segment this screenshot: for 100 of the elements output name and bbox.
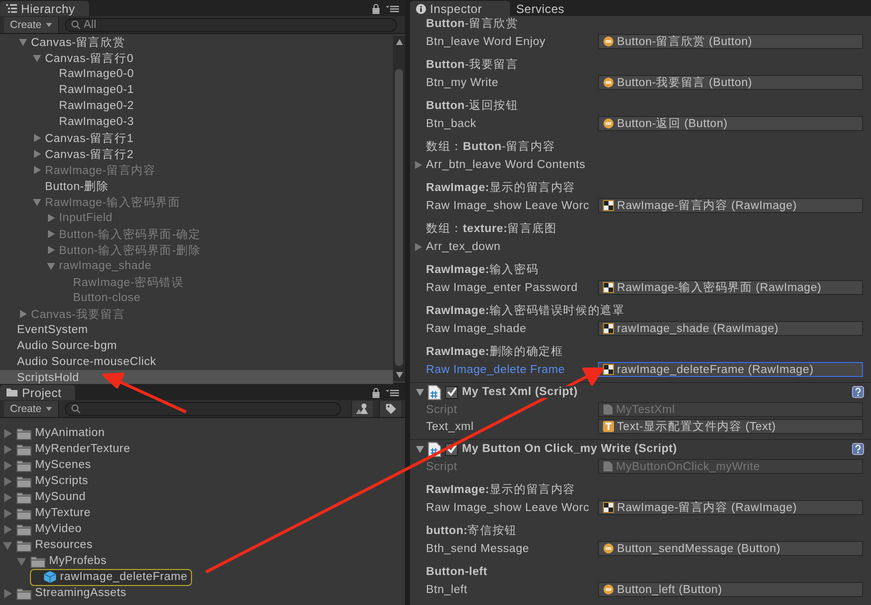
folder-item[interactable]: MyScenes [14, 458, 94, 472]
property-label: Btn_left [426, 584, 468, 596]
collapse-triangle-icon[interactable] [47, 246, 55, 254]
expand-triangle-icon[interactable] [416, 388, 424, 396]
hierarchy-item[interactable]: Canvas-留言行1 [0, 130, 393, 146]
collapse-triangle-icon[interactable] [3, 492, 12, 502]
inspector-tab[interactable]: Services [510, 1, 592, 16]
folder-icon [16, 490, 32, 504]
checkerboard-icon [603, 200, 614, 211]
hierarchy-item[interactable]: RawImage0-3 [0, 114, 393, 130]
item-label: RawImage-输入密码界面 [45, 195, 180, 210]
inspector-tab[interactable]: Inspector [410, 1, 510, 16]
create-dropdown[interactable]: Create [4, 16, 59, 32]
object-field[interactable]: rawImage_shade (RawImage) [598, 321, 863, 336]
component-title[interactable]: My Button On Click_my Write (Script) [462, 443, 678, 455]
menu-icon[interactable] [386, 389, 399, 397]
object-field[interactable]: Button-留言欣赏 (Button) [598, 34, 863, 49]
scroll-up-icon[interactable] [396, 39, 402, 45]
property-label: Btn_back [426, 118, 476, 130]
help-icon[interactable] [852, 386, 864, 398]
folder-item[interactable]: MyAnimation [14, 426, 107, 440]
search-field[interactable] [64, 402, 341, 416]
object-field[interactable]: rawImage_deleteFrame (RawImage) [598, 362, 863, 377]
folder-item[interactable]: MyRenderTexture [14, 442, 132, 456]
object-field[interactable]: Text-显示配置文件内容 (Text) [598, 419, 863, 434]
lock-icon[interactable] [372, 4, 380, 14]
expand-triangle-icon[interactable] [33, 198, 41, 206]
cube-icon [43, 570, 57, 584]
collapse-triangle-icon[interactable] [3, 444, 12, 454]
button-component-icon [603, 118, 614, 129]
object-field[interactable]: Button-我要留言 (Button) [598, 75, 863, 90]
expand-triangle-icon[interactable] [47, 262, 55, 270]
collapse-triangle-icon[interactable] [47, 230, 55, 238]
collapse-triangle-icon[interactable] [3, 588, 12, 598]
object-field[interactable]: RawImage-留言内容 (RawImage) [598, 500, 863, 515]
item-label: RawImage0-1 [59, 84, 134, 96]
collapse-triangle-icon[interactable] [47, 214, 55, 222]
object-field[interactable]: Button-返回 (Button) [598, 116, 863, 131]
hierarchy-item[interactable]: RawImage0-1 [0, 82, 393, 98]
checkerboard-icon [603, 502, 614, 513]
prefab-item[interactable]: rawImage_deleteFrame [30, 568, 192, 586]
hierarchy-item[interactable]: Audio Source-mouseClick [0, 354, 393, 370]
folder-icon [6, 388, 18, 397]
collapse-triangle-icon[interactable] [33, 166, 41, 174]
property-label: Script [426, 460, 458, 472]
object-field[interactable]: Button_sendMessage (Button) [598, 541, 863, 556]
folder-item[interactable]: MyScripts [14, 474, 90, 488]
collapse-triangle-icon[interactable] [33, 134, 41, 142]
folder-item[interactable]: MyTexture [14, 506, 93, 520]
collapse-triangle-icon[interactable] [19, 310, 27, 318]
help-icon[interactable] [852, 443, 864, 455]
collapse-triangle-icon[interactable] [3, 524, 12, 534]
hierarchy-item[interactable]: EventSystem [0, 322, 393, 338]
scroll-down-icon[interactable] [396, 372, 402, 378]
item-label: Audio Source-mouseClick [17, 356, 156, 368]
script-file-icon [428, 384, 441, 400]
enabled-checkbox[interactable] [445, 386, 458, 398]
expand-triangle-icon[interactable] [3, 540, 12, 550]
folder-item[interactable]: Resources [14, 538, 95, 552]
hierarchy-item[interactable]: RawImage0-2 [0, 98, 393, 114]
hierarchy-item[interactable]: Button-删除 [0, 178, 393, 194]
collapse-triangle-icon[interactable] [3, 508, 12, 518]
search-field[interactable]: All [64, 18, 397, 32]
filter-by-type-button[interactable] [351, 400, 373, 416]
hierarchy-item[interactable]: Canvas-留言行0 [0, 50, 393, 66]
item-label: Button-close [73, 292, 141, 304]
menu-icon[interactable] [386, 5, 399, 13]
hierarchy-item[interactable]: Audio Source-bgm [0, 338, 393, 354]
folder-item[interactable]: MyVideo [14, 522, 84, 536]
hierarchy-item[interactable]: Canvas-留言欣赏 [0, 34, 393, 50]
object-field[interactable]: RawImage-输入密码界面 (RawImage) [598, 280, 863, 295]
folder-item[interactable]: MySound [14, 490, 88, 504]
array-label[interactable]: Arr_tex_down [426, 240, 501, 252]
hierarchy-item[interactable]: RawImage0-0 [0, 66, 393, 82]
expand-triangle-icon[interactable] [19, 38, 27, 46]
caret-icon [46, 22, 52, 26]
collapse-triangle-icon[interactable] [33, 150, 41, 158]
object-field[interactable]: Button_left (Button) [598, 582, 863, 597]
tag-button[interactable] [379, 400, 401, 416]
hierarchy-item[interactable]: Canvas-留言行2 [0, 146, 393, 162]
expand-triangle-icon[interactable] [17, 556, 26, 566]
folder-item[interactable]: StreamingAssets [14, 586, 128, 600]
hierarchy-tab[interactable]: Hierarchy [0, 1, 90, 16]
folder-item[interactable]: MyProfebs [28, 554, 109, 568]
expand-triangle-icon[interactable] [416, 445, 424, 453]
item-label: Canvas-留言行0 [45, 51, 134, 66]
expand-triangle-icon[interactable] [33, 54, 41, 62]
scrollbar[interactable] [393, 36, 405, 381]
component-title[interactable]: My Test Xml (Script) [462, 386, 578, 398]
array-label[interactable]: Arr_btn_leave Word Contents [426, 158, 586, 170]
object-field[interactable]: RawImage-留言内容 (RawImage) [598, 198, 863, 213]
lock-icon[interactable] [372, 388, 380, 398]
project-tab[interactable]: Project [0, 385, 76, 400]
create-dropdown[interactable]: Create [4, 400, 59, 416]
collapse-triangle-icon[interactable] [3, 428, 12, 438]
collapse-triangle-icon[interactable] [414, 242, 422, 250]
property-label: Btn_my Write [426, 76, 498, 88]
collapse-triangle-icon[interactable] [414, 160, 422, 168]
collapse-triangle-icon[interactable] [3, 476, 12, 486]
collapse-triangle-icon[interactable] [3, 460, 12, 470]
